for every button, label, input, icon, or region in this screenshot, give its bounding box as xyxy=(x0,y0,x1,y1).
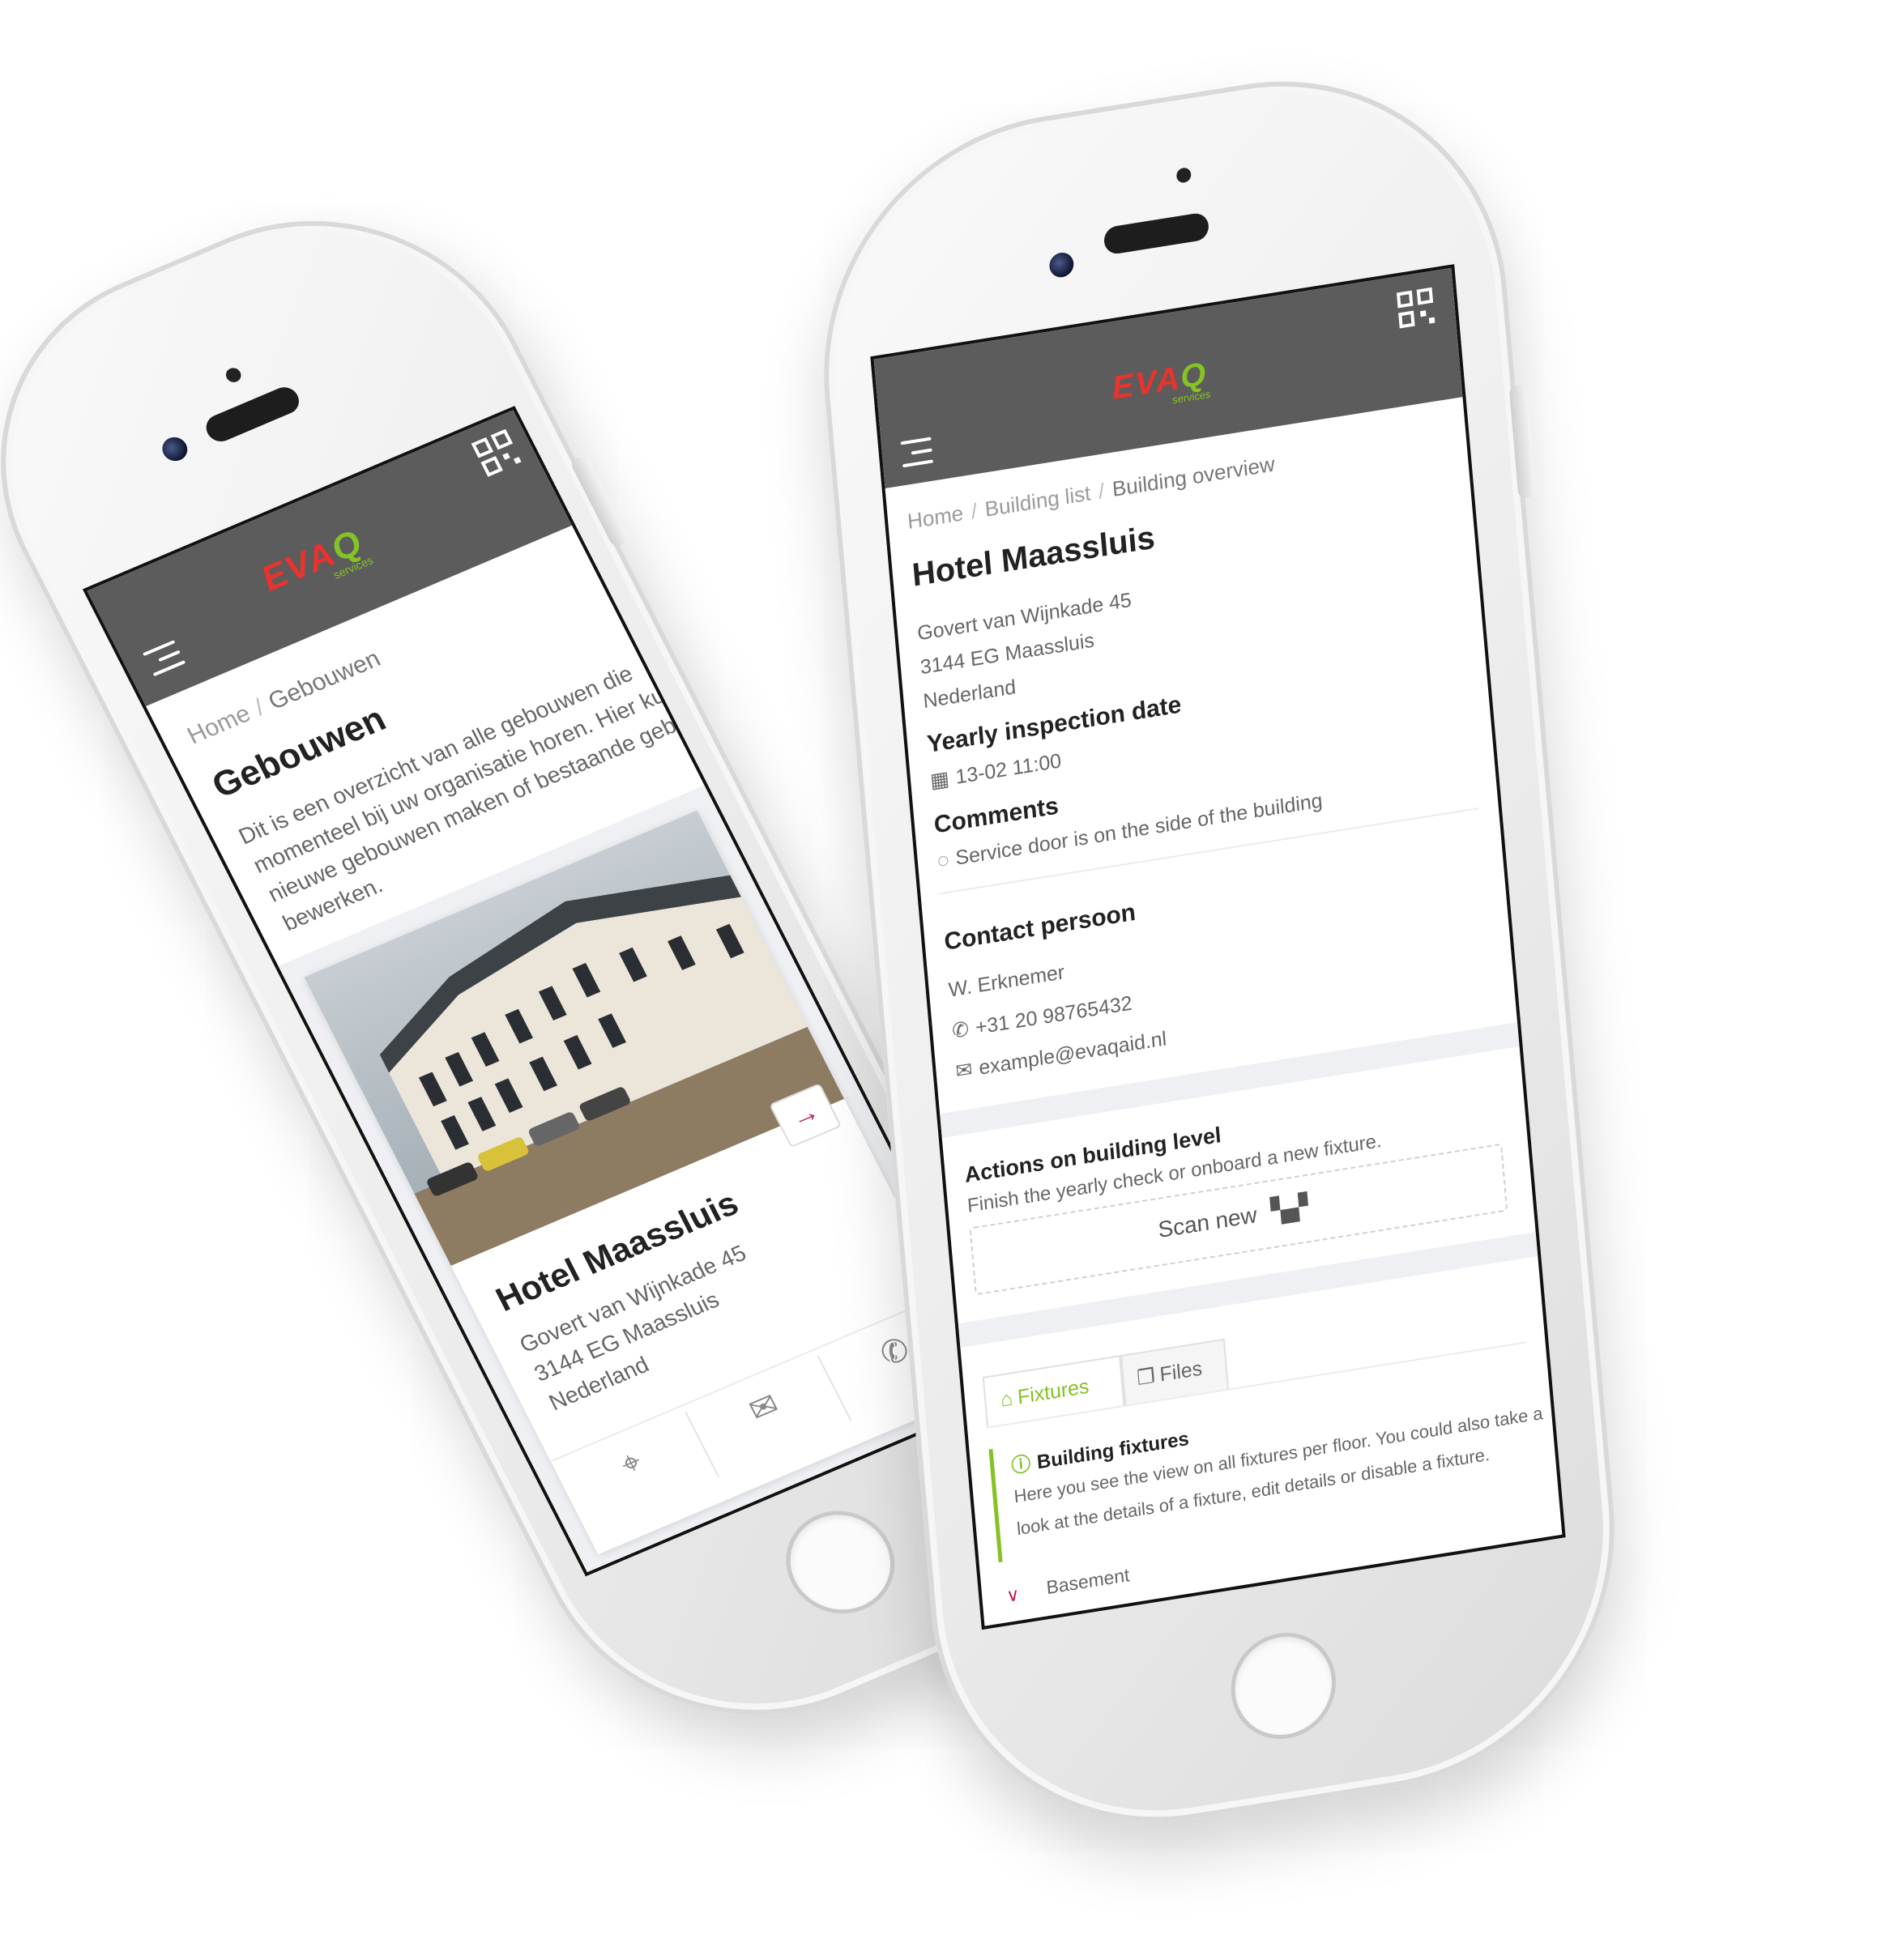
comment-icon: ◌ xyxy=(936,848,950,873)
floor-basement[interactable]: Basement xyxy=(1045,1564,1130,1599)
mail-button[interactable]: ✉ xyxy=(690,1363,838,1452)
qr-scan-icon[interactable] xyxy=(1396,287,1435,329)
qr-code-icon: ▚▞ xyxy=(1269,1192,1310,1226)
arrow-right-icon: → xyxy=(785,1095,825,1134)
qr-scan-icon[interactable] xyxy=(471,428,523,477)
breadcrumb-building-list[interactable]: Building list xyxy=(984,480,1092,522)
address-line-3: Nederland xyxy=(922,675,1017,714)
breadcrumb-home[interactable]: Home xyxy=(183,701,255,750)
chevron-down-icon[interactable]: ∨ xyxy=(1005,1584,1020,1607)
right-phone-screen: EVAQ services Home / Building list / Buildin… xyxy=(870,264,1566,1630)
info-accent-bar xyxy=(988,1448,1003,1563)
info-icon: ⓘ xyxy=(1010,1452,1032,1478)
section-band-1 xyxy=(940,1022,1520,1138)
phone-icon: ✆ xyxy=(951,1017,970,1043)
calendar-icon: ▦ xyxy=(929,767,950,793)
contact-label: Contact persoon xyxy=(943,898,1137,957)
home-icon: ⌂ xyxy=(1000,1387,1014,1412)
mail-icon: ✉ xyxy=(954,1058,974,1084)
menu-icon[interactable] xyxy=(141,637,188,681)
files-icon: ❐ xyxy=(1136,1364,1156,1391)
location-pin-icon: ⌖ xyxy=(614,1443,648,1483)
location-button[interactable]: ⌖ xyxy=(557,1420,705,1508)
comments-label: Comments xyxy=(932,792,1060,839)
evaq-logo: EVAQ services xyxy=(254,522,376,599)
address-line-1: Govert van Wijnkade 45 xyxy=(916,588,1133,646)
breadcrumb-current: Building overview xyxy=(1111,451,1276,501)
evaq-logo: EVAQ services xyxy=(1110,356,1211,407)
breadcrumb-home[interactable]: Home xyxy=(907,501,964,534)
contact-name: W. Erknemer xyxy=(947,961,1066,1002)
scan-new-label: Scan new ▚▞ xyxy=(1157,1192,1310,1243)
mail-icon: ✉ xyxy=(743,1386,785,1430)
page-title: Hotel Maassluis xyxy=(911,519,1157,594)
right-phone: EVAQ services Home / Building list / Buildin… xyxy=(804,46,1635,1857)
menu-icon[interactable] xyxy=(900,436,934,471)
